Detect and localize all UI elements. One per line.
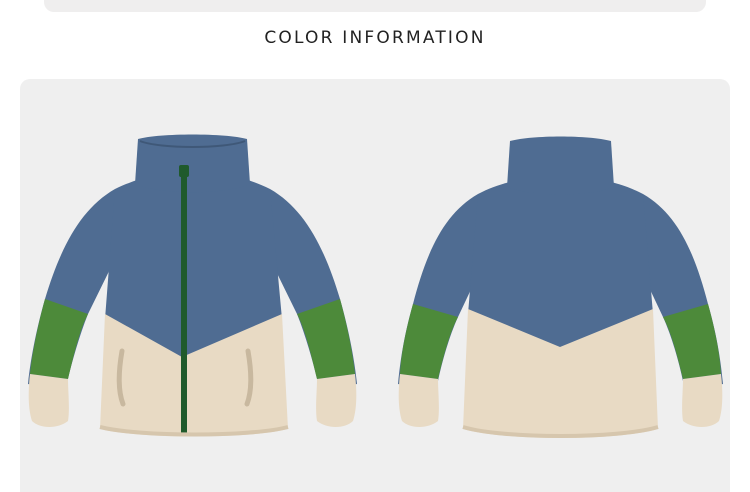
jacket-front-image <box>28 134 357 437</box>
section-title: COLOR INFORMATION <box>264 28 486 48</box>
jacket-back-image <box>398 136 723 438</box>
top-banner-edge <box>44 0 706 12</box>
product-photo-panel <box>20 79 730 492</box>
